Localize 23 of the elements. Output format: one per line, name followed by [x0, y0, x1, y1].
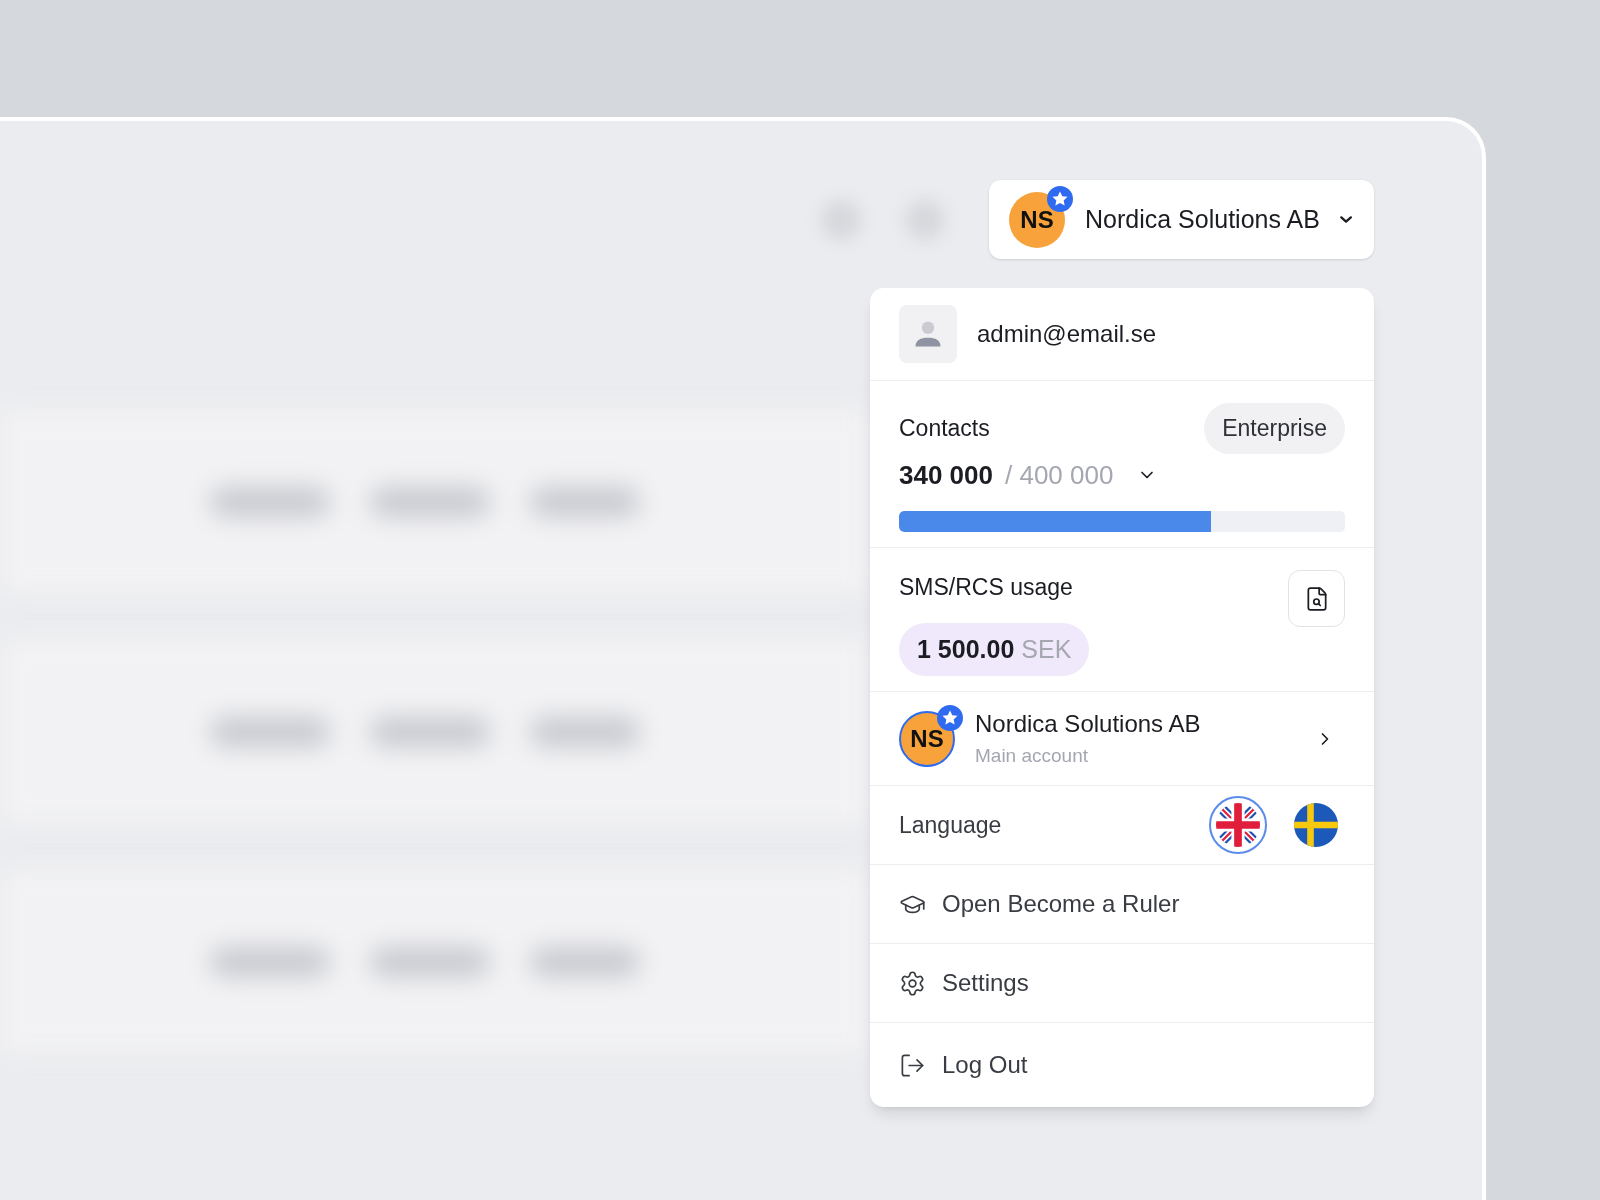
- usage-report-button[interactable]: [1288, 570, 1345, 627]
- usage-label: SMS/RCS usage: [899, 573, 1074, 602]
- language-label: Language: [899, 810, 1002, 840]
- contacts-count: 340 000: [899, 458, 993, 492]
- menu-item[interactable]: Open Become a Ruler: [870, 865, 1374, 944]
- account-subtitle: Main account: [975, 744, 1089, 769]
- uk-flag-icon: [1216, 803, 1260, 847]
- settings-icon: [899, 969, 926, 997]
- account-name: Nordica Solutions AB: [975, 709, 1202, 740]
- chevron-down-icon: [1339, 215, 1352, 224]
- sweden-flag-icon: [1294, 803, 1338, 847]
- person-icon: [913, 319, 943, 349]
- menu-item[interactable]: Log Out: [870, 1023, 1374, 1107]
- email-text: admin@email.se: [977, 319, 1157, 349]
- company-name: Nordica Solutions AB: [1085, 203, 1320, 235]
- contacts-label: Contacts: [899, 414, 990, 443]
- account-row[interactable]: NS Nordica Solutions AB Main account: [870, 692, 1374, 786]
- account-switcher-button[interactable]: NS Nordica Solutions AB: [989, 180, 1374, 259]
- usage-amount: 1 500.00 SEK: [899, 622, 1090, 676]
- contacts-limit: / 400 000: [1005, 458, 1114, 492]
- menu-item[interactable]: Settings: [870, 944, 1374, 1023]
- plan-badge: Enterprise: [1204, 403, 1345, 454]
- language-option[interactable]: [1209, 796, 1267, 854]
